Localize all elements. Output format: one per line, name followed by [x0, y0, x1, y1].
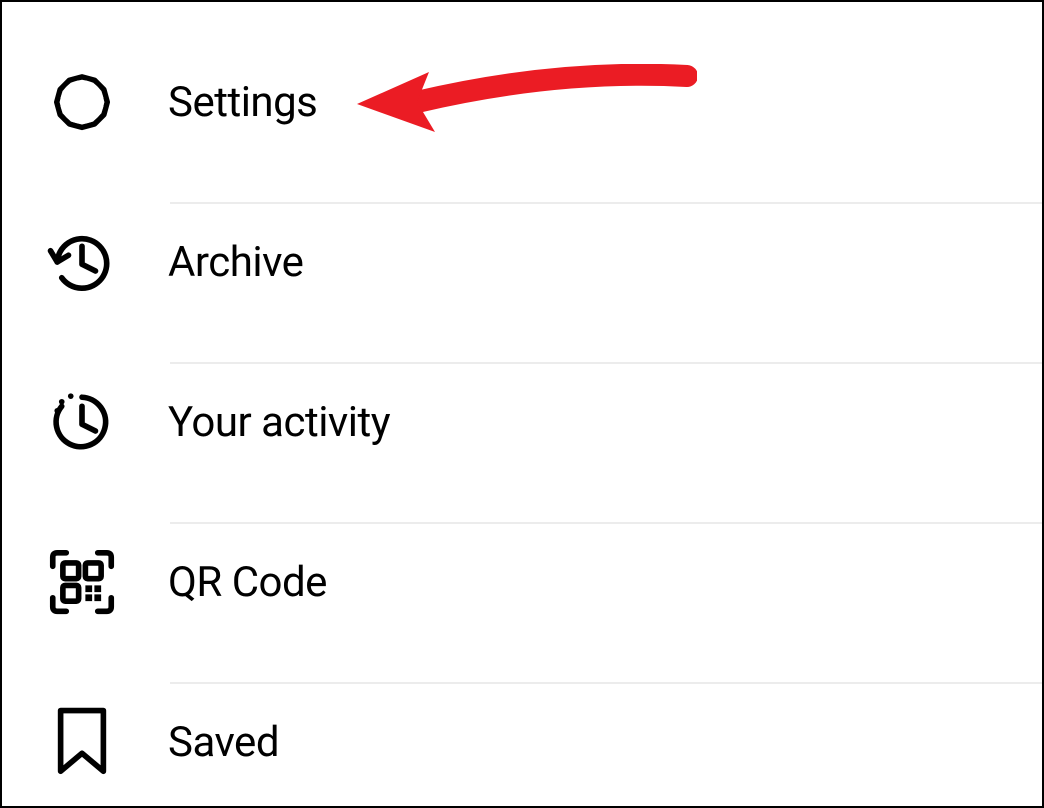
menu-item-label: Your activity: [168, 398, 390, 447]
divider: [170, 362, 1042, 364]
qr-code-icon: [44, 544, 120, 620]
menu-item-settings[interactable]: Settings: [2, 22, 1042, 182]
divider: [170, 202, 1042, 204]
menu-item-label: QR Code: [168, 558, 327, 607]
menu-item-label: Saved: [168, 718, 279, 767]
menu-item-label: Settings: [168, 78, 317, 127]
menu-item-label: Archive: [168, 238, 303, 287]
divider: [170, 682, 1042, 684]
menu-list: Settings Archive: [2, 22, 1042, 808]
history-icon: [44, 224, 120, 300]
menu-item-your-activity[interactable]: Your activity: [2, 342, 1042, 502]
activity-icon: [44, 384, 120, 460]
gear-icon: [44, 64, 120, 140]
menu-item-archive[interactable]: Archive: [2, 182, 1042, 342]
menu-frame: Settings Archive: [0, 0, 1044, 808]
divider: [170, 522, 1042, 524]
bookmark-icon: [44, 704, 120, 780]
menu-item-qr-code[interactable]: QR Code: [2, 502, 1042, 662]
